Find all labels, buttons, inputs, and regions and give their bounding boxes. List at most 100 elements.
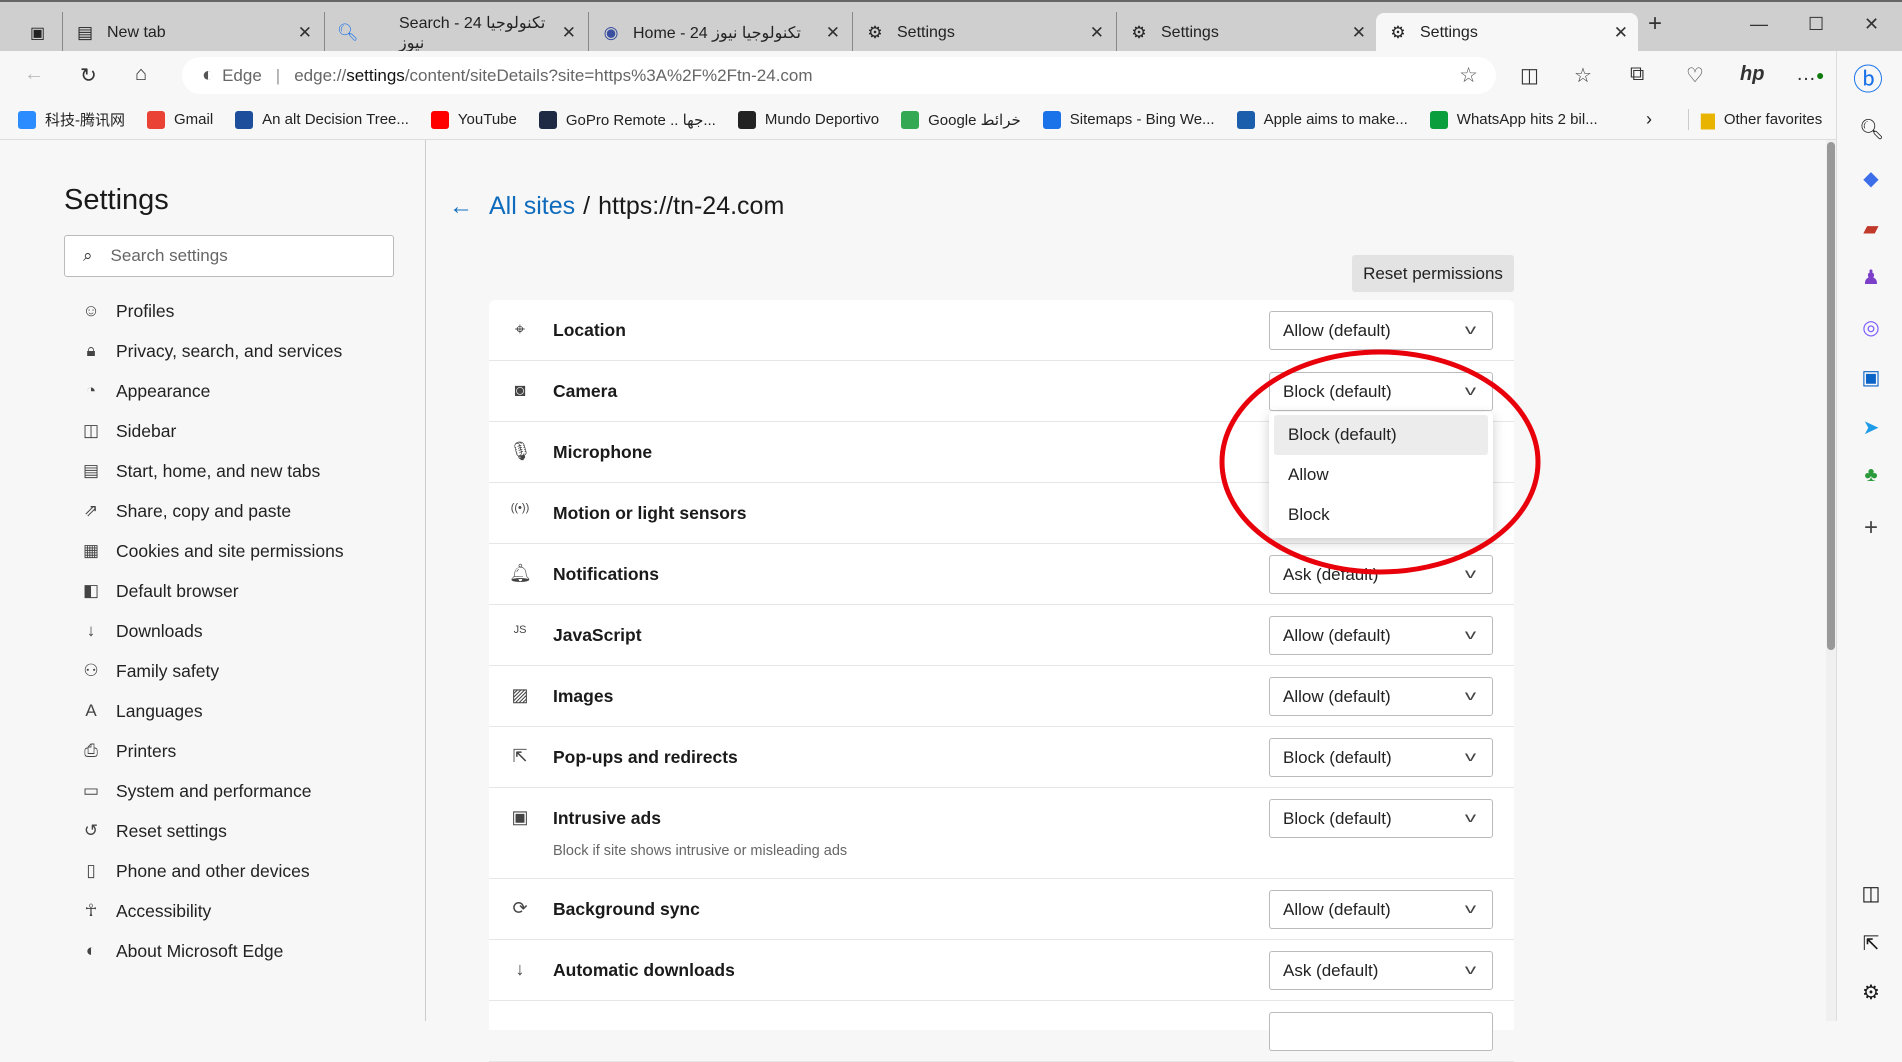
popup-icon: ⇱ <box>512 746 528 766</box>
tab-new-tab[interactable]: ▤ New tab ✕ <box>62 12 322 53</box>
nav-item-share-copy-and-paste[interactable]: ⇗ Share, copy and paste <box>80 496 291 526</box>
permission-label: JavaScript <box>553 625 642 645</box>
nav-item-label: Phone and other devices <box>116 860 310 881</box>
permission-select[interactable]: Allow (default) v <box>1269 890 1493 929</box>
close-tab-icon[interactable]: ✕ <box>1090 23 1104 43</box>
nav-item-accessibility[interactable]: ☥ Accessibility <box>80 896 212 926</box>
more-favorites-chevron-icon[interactable]: › <box>1646 109 1652 130</box>
split-screen-button[interactable]: ◫ <box>1520 63 1539 88</box>
favorite-item[interactable]: GoPro Remote .. جها... <box>538 109 716 130</box>
nav-item-profiles[interactable]: ☺ Profiles <box>80 296 174 326</box>
favorites-button[interactable]: ☆ <box>1574 63 1592 88</box>
nav-item-phone-and-other-devices[interactable]: ▯ Phone and other devices <box>80 856 310 886</box>
nav-item-sidebar[interactable]: ◫ Sidebar <box>80 416 176 446</box>
all-sites-link[interactable]: All sites <box>489 192 575 221</box>
tab-label: Home - 24 تكنولوجيا نيوز <box>633 24 801 42</box>
close-tab-icon[interactable]: ✕ <box>298 23 312 43</box>
more-menu-button[interactable]: …● <box>1796 63 1824 86</box>
open-external-icon[interactable]: ⇱ <box>1859 931 1883 956</box>
tab-actions-button[interactable]: ▣ <box>18 12 58 53</box>
tab-settings-active[interactable]: ⚙ Settings ✕ <box>1376 13 1638 53</box>
search-settings-input[interactable]: ⌕ Search settings <box>64 235 394 277</box>
browser-essentials-button[interactable]: ♡ <box>1686 63 1704 88</box>
permission-select[interactable] <box>1269 1012 1493 1051</box>
tab-home[interactable]: ◉ Home - 24 تكنولوجيا نيوز ✕ <box>588 12 850 53</box>
outlook-icon[interactable]: ▣ <box>1859 365 1883 390</box>
games-icon[interactable]: ♟ <box>1859 265 1883 290</box>
hp-extension-button[interactable]: hp <box>1740 63 1764 86</box>
sensor-icon: ((•)) <box>510 502 530 514</box>
other-favorites[interactable]: ▆ Other favorites <box>1688 109 1822 130</box>
gear-icon: ⚙ <box>867 22 883 42</box>
nav-item-family-safety[interactable]: ⚇ Family safety <box>80 656 219 686</box>
favorite-item[interactable]: Apple aims to make... <box>1236 109 1408 130</box>
permission-select[interactable]: Allow (default) v <box>1269 677 1493 716</box>
add-sidebar-app-icon[interactable]: + <box>1859 514 1883 542</box>
nav-item-languages[interactable]: A Languages <box>80 696 202 726</box>
favorite-item[interactable]: YouTube <box>430 109 517 130</box>
office-icon[interactable]: ◎ <box>1859 315 1883 340</box>
tree-icon[interactable]: ♣ <box>1859 464 1883 487</box>
back-arrow-icon[interactable]: ← <box>449 193 473 221</box>
favicon-icon <box>901 110 920 129</box>
nav-item-label: Default browser <box>116 580 239 601</box>
nav-item-label: Accessibility <box>116 900 212 921</box>
new-tab-button[interactable]: + <box>1648 10 1662 38</box>
close-window-button[interactable]: ✕ <box>1864 14 1879 35</box>
permission-select[interactable]: Allow (default) v <box>1269 616 1493 655</box>
search-icon[interactable]: 🔍︎ <box>1859 117 1884 142</box>
nav-item-about-microsoft-edge[interactable]: ◐ About Microsoft Edge <box>80 936 283 966</box>
tab-settings[interactable]: ⚙ Settings ✕ <box>852 12 1114 53</box>
nav-item-start-home-and-new-tabs[interactable]: ▤ Start, home, and new tabs <box>80 456 320 486</box>
site-permissions-page: ← All sites / https://tn-24.com Reset pe… <box>427 140 1826 1062</box>
favorite-item[interactable]: An alt Decision Tree... <box>235 109 409 130</box>
sidebar-settings-icon[interactable]: ⚙ <box>1859 980 1883 1005</box>
favicon-icon <box>1429 110 1448 129</box>
home-button[interactable]: ⌂ <box>135 63 147 86</box>
nav-item-downloads[interactable]: ↓ Downloads <box>80 616 203 646</box>
address-bar[interactable]: ◐ Edge | edge://settings/content/siteDet… <box>182 57 1496 94</box>
collections-button[interactable]: ⧉ <box>1630 63 1644 86</box>
nav-item-system-and-performance[interactable]: ▭ System and performance <box>80 776 312 806</box>
printer-icon: ⎙ <box>84 741 98 760</box>
chevron-down-icon: v <box>1464 748 1477 764</box>
tools-icon[interactable]: ▰ <box>1859 216 1883 241</box>
close-tab-icon[interactable]: ✕ <box>562 23 576 43</box>
shopping-tag-icon[interactable]: ◆ <box>1859 166 1883 191</box>
permission-select[interactable]: Block (default) v <box>1269 799 1493 838</box>
close-tab-icon[interactable]: ✕ <box>1614 23 1628 43</box>
reset-permissions-button[interactable]: Reset permissions <box>1352 255 1514 292</box>
tab-search[interactable]: 🔍︎ Search - 24 تكنولوجيا نيوز ✕ <box>324 12 586 53</box>
maximize-button[interactable]: ☐ <box>1808 14 1824 35</box>
favorite-star-icon[interactable]: ☆ <box>1459 63 1478 88</box>
permission-select-value: Block (default) <box>1283 747 1392 767</box>
nav-item-reset-settings[interactable]: ↺ Reset settings <box>80 816 227 846</box>
refresh-button[interactable]: ↻ <box>80 63 97 88</box>
tab-settings[interactable]: ⚙ Settings ✕ <box>1116 12 1376 53</box>
nav-item-printers[interactable]: ⎙ Printers <box>80 736 176 766</box>
hide-sidebar-icon[interactable]: ◫ <box>1859 881 1883 906</box>
close-tab-icon[interactable]: ✕ <box>826 23 840 43</box>
scrollbar-thumb[interactable] <box>1827 142 1835 650</box>
favorite-item[interactable]: Mundo Deportivo <box>737 109 879 130</box>
nav-item-cookies-and-site-permissions[interactable]: ▦ Cookies and site permissions <box>80 536 344 566</box>
nav-item-label: Privacy, search, and services <box>116 340 343 361</box>
favorite-item[interactable]: WhatsApp hits 2 bil... <box>1429 109 1598 130</box>
nav-item-appearance[interactable]: ◔ Appearance <box>80 376 211 406</box>
permission-select[interactable]: Ask (default) v <box>1269 951 1493 990</box>
telegram-icon[interactable]: ➤ <box>1859 415 1883 440</box>
bing-copilot-icon[interactable]: ⓑ <box>1853 55 1883 99</box>
favorite-item[interactable]: Gmail <box>147 109 213 130</box>
favorite-item[interactable]: 科技-腾讯网 <box>18 109 125 130</box>
favorite-item[interactable]: Sitemaps - Bing We... <box>1042 109 1215 130</box>
nav-item-default-browser[interactable]: ◧ Default browser <box>80 576 239 606</box>
back-button[interactable]: ← <box>24 63 44 86</box>
nav-item-privacy-search-and-services[interactable]: 🔒︎ Privacy, search, and services <box>80 336 342 366</box>
favorite-item[interactable]: Google خرائط <box>901 109 1021 130</box>
family-icon: ⚇ <box>83 661 99 680</box>
minimize-button[interactable]: — <box>1750 14 1768 35</box>
chevron-down-icon: v <box>1464 321 1477 337</box>
favicon-icon <box>430 110 449 129</box>
permission-select[interactable]: Block (default) v <box>1269 738 1493 777</box>
close-tab-icon[interactable]: ✕ <box>1352 23 1366 43</box>
